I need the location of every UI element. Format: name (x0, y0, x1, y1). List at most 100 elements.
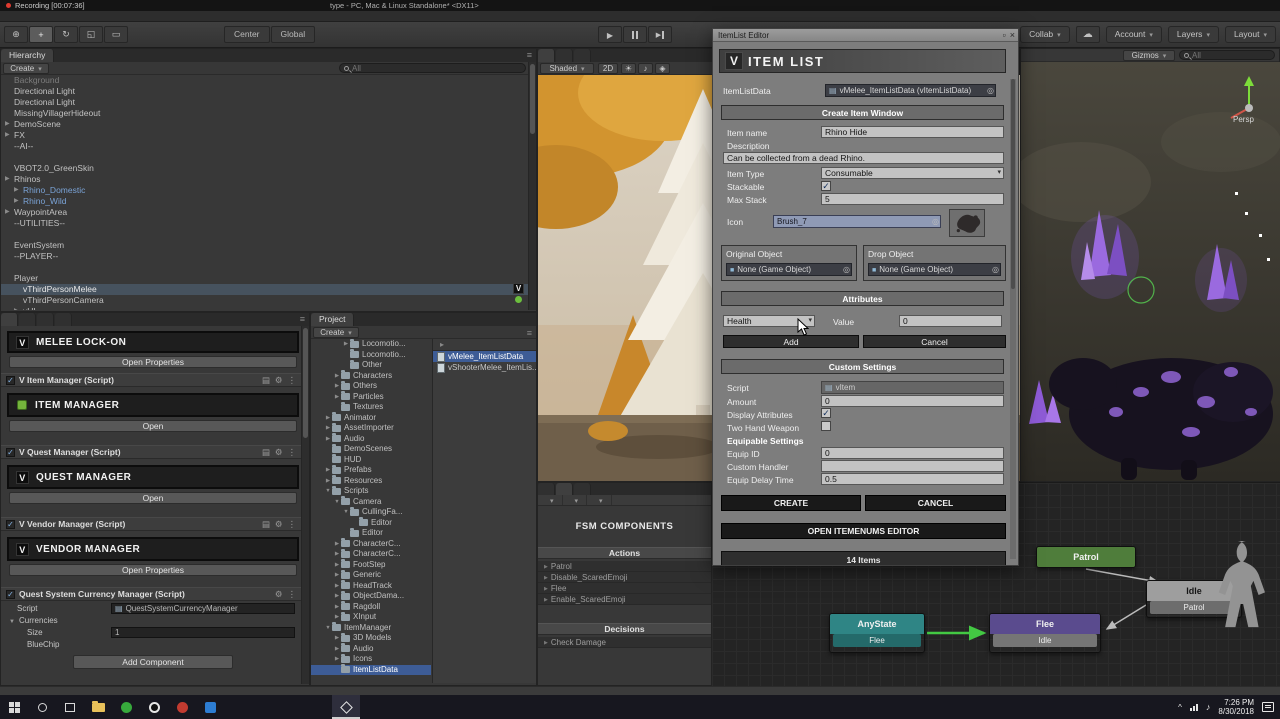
open-button[interactable]: Open (9, 420, 297, 432)
project-folder-item[interactable]: ▶CharacterC... (311, 539, 431, 550)
inspector-scrollbar[interactable] (301, 326, 309, 684)
component-enabled-checkbox[interactable] (6, 520, 15, 529)
max-stack-input[interactable] (821, 193, 1004, 205)
create-button[interactable]: Create (3, 63, 49, 74)
start-button[interactable] (0, 695, 28, 719)
object-picker-icon[interactable] (987, 85, 994, 96)
project-folder-item[interactable]: Other (311, 360, 431, 371)
volume-icon[interactable] (1206, 702, 1211, 712)
panel-menu-icon[interactable] (527, 328, 532, 338)
hierarchy-item[interactable]: Directional Light (1, 86, 528, 97)
breadcrumb-item[interactable] (437, 340, 447, 349)
inspector-tab[interactable] (55, 313, 72, 326)
create-button[interactable]: Create (313, 327, 359, 338)
docs-icon[interactable] (262, 447, 270, 458)
hierarchy-item[interactable]: EventSystem (1, 240, 528, 251)
attribute-value-input[interactable] (899, 315, 1002, 327)
foldout-icon[interactable]: ▶ (14, 306, 23, 310)
rotate-tool-icon[interactable] (54, 26, 78, 43)
foldout-icon[interactable]: ▼ (324, 486, 332, 497)
itemlist-scrollbar[interactable] (1010, 79, 1016, 559)
more-icon[interactable] (288, 519, 297, 530)
quest-manager-header[interactable]: V Quest Manager (Script) (1, 445, 301, 459)
action-item[interactable]: Disable_ScaredEmoji (538, 572, 711, 583)
scene-tab[interactable] (538, 49, 555, 62)
component-enabled-checkbox[interactable] (6, 376, 15, 385)
foldout-icon[interactable]: ▶ (324, 476, 332, 487)
project-folder-item[interactable]: ▶Icons (311, 654, 431, 665)
pan-tool-icon[interactable] (4, 26, 28, 43)
state-node-patrol[interactable]: Patrol (1036, 546, 1136, 568)
scene-tab[interactable] (556, 49, 573, 62)
action-item[interactable]: Flee (538, 583, 711, 594)
equip-id-input[interactable] (821, 447, 1004, 459)
fsm-menu-item[interactable] (538, 495, 563, 505)
taskbar-clock[interactable]: 7:26 PM 8/30/2018 (1218, 698, 1254, 716)
state-node-flee[interactable]: Flee Idle (989, 613, 1101, 653)
fsm-menu-item[interactable] (587, 495, 612, 505)
pause-button[interactable] (623, 26, 647, 43)
decisions-section-header[interactable]: Decisions (538, 623, 711, 635)
open-itemenums-editor-button[interactable]: OPEN ITEMENUMS EDITOR (721, 523, 1006, 539)
project-folder-item[interactable]: ▼ItemManager (311, 623, 431, 634)
hierarchy-item[interactable]: Background (1, 75, 528, 86)
inspector-tab[interactable] (19, 313, 36, 326)
2d-toggle[interactable]: 2D (598, 63, 618, 74)
project-folder-item[interactable]: ▼Camera (311, 497, 431, 508)
maximize-icon[interactable] (1003, 29, 1006, 42)
original-object-field[interactable]: None (Game Object) (726, 263, 852, 276)
lighting-toggle-icon[interactable]: ☀ (621, 63, 636, 74)
size-field[interactable]: 1 (111, 627, 295, 638)
description-input[interactable]: Can be collected from a dead Rhino. (723, 152, 1004, 164)
item-type-dropdown[interactable]: Consumable (821, 167, 1004, 179)
hierarchy-search-input[interactable] (352, 64, 521, 73)
action-item[interactable]: Patrol (538, 561, 711, 572)
foldout-icon[interactable]: ▶ (333, 581, 341, 592)
network-icon[interactable] (1190, 704, 1198, 711)
close-icon[interactable] (1010, 29, 1015, 42)
hierarchy-scrollbar[interactable] (528, 62, 536, 310)
docs-icon[interactable] (262, 375, 270, 386)
foldout-icon[interactable]: ▶ (333, 549, 341, 560)
itemlist-window-titlebar[interactable]: ItemList Editor (713, 29, 1018, 42)
drop-object-field[interactable]: None (Game Object) (868, 263, 1001, 276)
file-explorer-button[interactable] (84, 695, 112, 719)
project-folder-item[interactable]: ▶Prefabs (311, 465, 431, 476)
project-folder-item[interactable]: ▶ObjectDama... (311, 591, 431, 602)
gear-icon[interactable] (275, 447, 283, 458)
project-folder-item[interactable]: Textures (311, 402, 431, 413)
foldout-icon[interactable]: ▶ (333, 591, 341, 602)
foldout-icon[interactable]: ▶ (5, 119, 14, 130)
component-enabled-checkbox[interactable] (6, 590, 15, 599)
scale-tool-icon[interactable] (79, 26, 103, 43)
create-item-button[interactable]: CREATE (721, 495, 861, 511)
foldout-icon[interactable]: ▶ (5, 207, 14, 218)
code-editor-button[interactable] (196, 695, 224, 719)
tab-project[interactable]: Project (311, 313, 354, 326)
action-item[interactable]: Enable_ScaredEmoji (538, 594, 711, 605)
gizmos-dropdown[interactable]: Gizmos (1123, 50, 1175, 61)
stackable-checkbox[interactable] (821, 181, 831, 191)
project-folder-item[interactable]: ▶AssetImporter (311, 423, 431, 434)
inspector-tab[interactable] (1, 313, 18, 326)
project-folder-item[interactable]: ▶Others (311, 381, 431, 392)
project-file-item[interactable]: vMelee_ItemListData (433, 351, 536, 362)
hierarchy-search[interactable] (339, 63, 526, 73)
right-view-search[interactable] (1179, 50, 1275, 60)
gear-icon[interactable] (275, 519, 283, 530)
project-folder-item[interactable]: Locomotio... (311, 350, 431, 361)
foldout-icon[interactable]: ▼ (342, 507, 350, 518)
add-component-button[interactable]: Add Component (73, 655, 233, 669)
add-attribute-button[interactable]: Add (723, 335, 859, 348)
open-button[interactable]: Open (9, 492, 297, 504)
account-button[interactable]: Account (1106, 26, 1162, 43)
more-icon[interactable] (288, 447, 297, 458)
project-folder-item[interactable]: ▶Resources (311, 476, 431, 487)
foldout-icon[interactable]: ▶ (333, 644, 341, 655)
foldout-icon[interactable]: ▶ (342, 339, 350, 350)
project-folder-item[interactable]: ▶Generic (311, 570, 431, 581)
project-folder-item[interactable]: Editor (311, 528, 431, 539)
search-button[interactable] (28, 695, 56, 719)
hierarchy-item[interactable]: ▶FX (1, 130, 528, 141)
hierarchy-item[interactable]: ▶Rhinos (1, 174, 528, 185)
